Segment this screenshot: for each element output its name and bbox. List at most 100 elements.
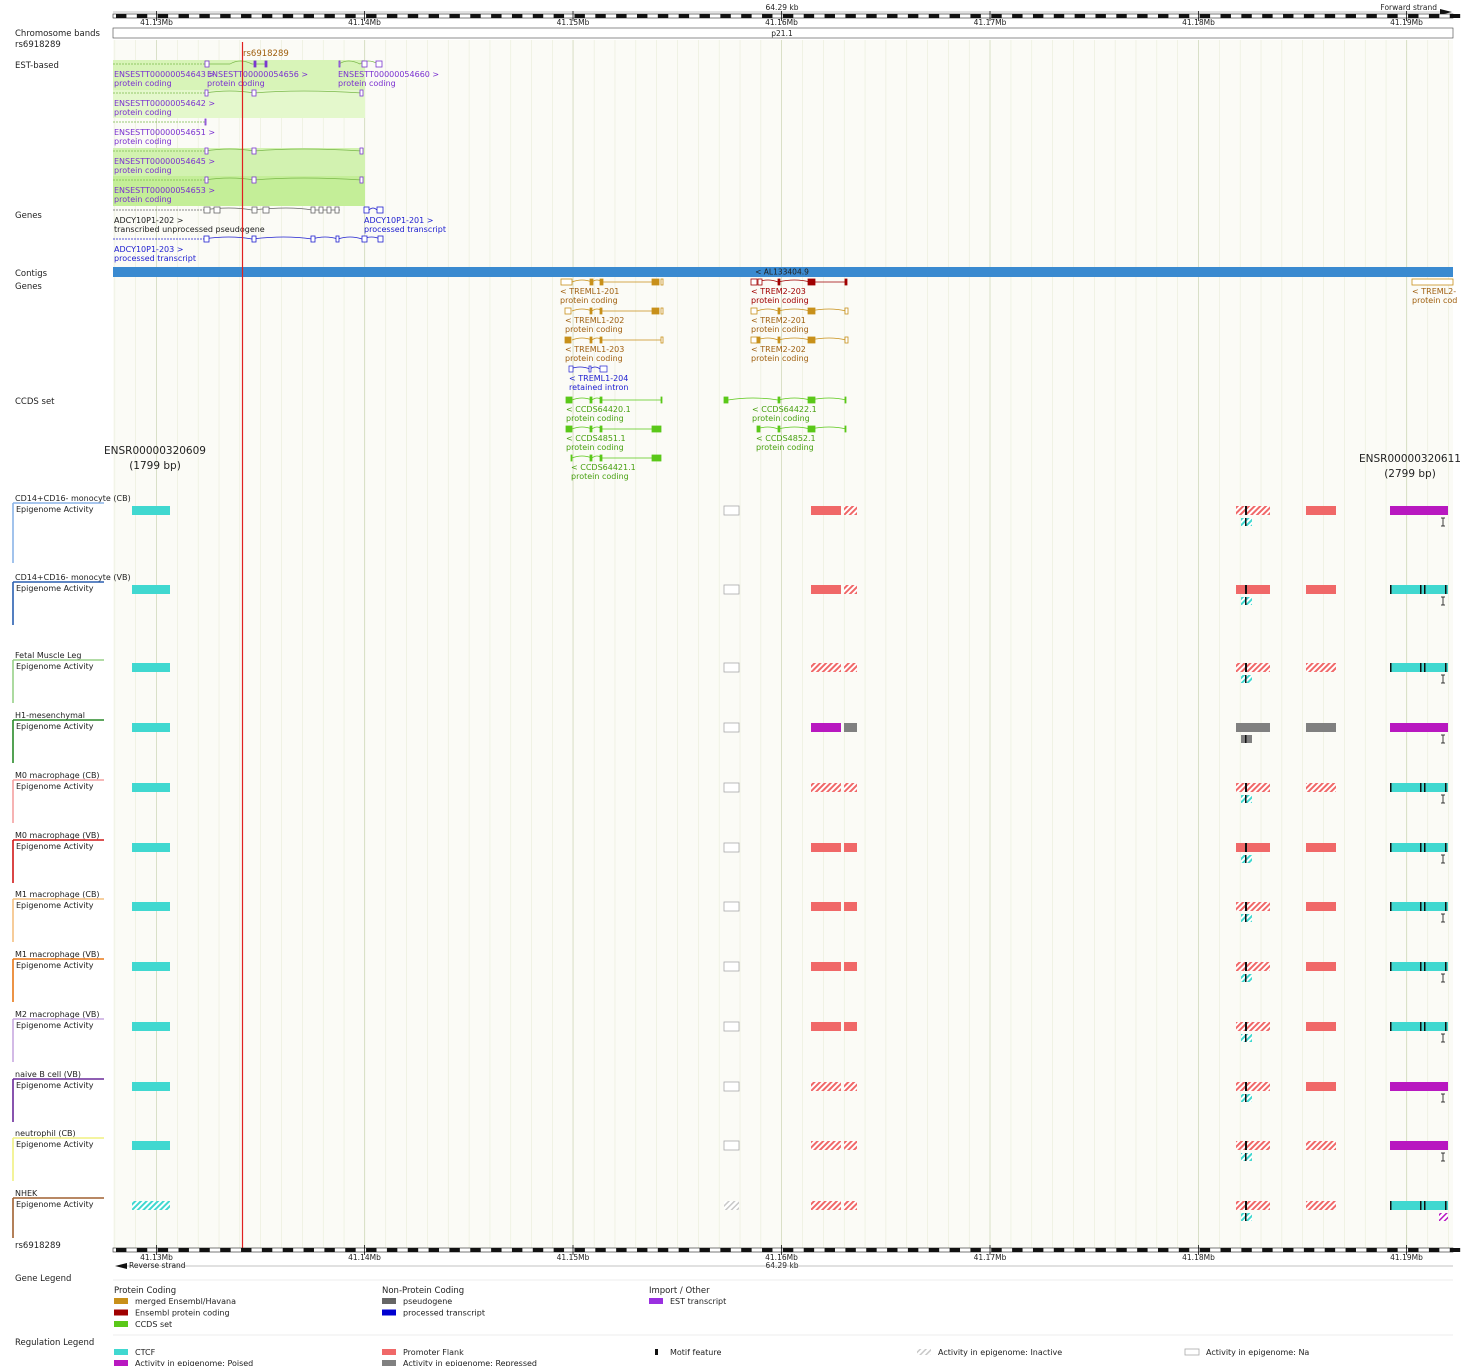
reg-feature[interactable] bbox=[723, 961, 740, 972]
reg-feature[interactable] bbox=[844, 506, 857, 515]
reg-feature[interactable] bbox=[1390, 585, 1448, 594]
reg-feature[interactable] bbox=[844, 902, 857, 911]
reg-feature[interactable] bbox=[844, 1201, 857, 1210]
epigenome-name[interactable]: M0 macrophage (VB) bbox=[15, 831, 99, 840]
reg-feature[interactable] bbox=[1236, 1201, 1270, 1210]
reg-feature[interactable] bbox=[1306, 663, 1336, 672]
est-label-name[interactable]: ENSESTT00000054643 > bbox=[114, 70, 215, 79]
reg-feature[interactable] bbox=[811, 843, 841, 852]
reg-feature[interactable] bbox=[723, 1021, 740, 1032]
epigenome-name[interactable]: Fetal Muscle Leg bbox=[15, 651, 81, 660]
reg-feature[interactable] bbox=[1306, 902, 1336, 911]
reg-feature[interactable] bbox=[1390, 506, 1448, 515]
reg-feature[interactable] bbox=[1236, 783, 1270, 792]
reg-feature[interactable] bbox=[1390, 1022, 1448, 1031]
reg-feature[interactable] bbox=[132, 506, 170, 515]
reg-feature[interactable] bbox=[1306, 1141, 1336, 1150]
reg-feature[interactable] bbox=[1236, 1141, 1270, 1150]
reg-feature[interactable] bbox=[723, 662, 740, 673]
variant-label[interactable]: rs6918289 bbox=[243, 49, 289, 59]
epigenome-name[interactable]: M2 macrophage (VB) bbox=[15, 1010, 99, 1019]
reg-feature[interactable] bbox=[844, 962, 857, 971]
reg-feature[interactable] bbox=[1306, 723, 1336, 732]
reg-feature[interactable] bbox=[811, 585, 841, 594]
reg-feature[interactable] bbox=[1306, 962, 1336, 971]
ccds-label-name[interactable]: < CCDS64420.1 bbox=[566, 405, 631, 414]
reg-feature[interactable] bbox=[132, 843, 170, 852]
regfeature-id[interactable]: ENSR00000320609 bbox=[104, 445, 206, 457]
reg-feature[interactable] bbox=[1390, 1141, 1448, 1150]
est-label-name[interactable]: ENSESTT00000054653 > bbox=[114, 186, 215, 195]
reg-feature[interactable] bbox=[811, 1082, 841, 1091]
reg-feature[interactable] bbox=[723, 722, 740, 733]
reg-feature[interactable] bbox=[724, 1201, 739, 1210]
reg-feature[interactable] bbox=[1236, 1082, 1270, 1091]
reg-feature[interactable] bbox=[132, 1141, 170, 1150]
reg-feature[interactable] bbox=[844, 1082, 857, 1091]
reg-feature[interactable] bbox=[1236, 962, 1270, 971]
gene-label-name[interactable]: < TREM2-203 bbox=[751, 287, 806, 296]
gene-label-name[interactable]: ADCY10P1-202 > bbox=[114, 216, 183, 225]
reg-feature[interactable] bbox=[811, 1022, 841, 1031]
reg-feature[interactable] bbox=[1306, 1022, 1336, 1031]
epigenome-name[interactable]: M0 macrophage (CB) bbox=[15, 771, 100, 780]
est-label-name[interactable]: ENSESTT00000054656 > bbox=[207, 70, 308, 79]
epigenome-name[interactable]: CD14+CD16- monocyte (VB) bbox=[15, 573, 131, 582]
reg-feature[interactable] bbox=[1390, 663, 1448, 672]
reg-feature[interactable] bbox=[723, 782, 740, 793]
epigenome-name[interactable]: M1 macrophage (VB) bbox=[15, 950, 99, 959]
reg-feature[interactable] bbox=[132, 723, 170, 732]
epigenome-name[interactable]: CD14+CD16- monocyte (CB) bbox=[15, 494, 131, 503]
gene-label-name[interactable]: < TREM2-201 bbox=[751, 316, 806, 325]
reg-feature[interactable] bbox=[1236, 723, 1270, 732]
reg-feature[interactable] bbox=[1306, 1082, 1336, 1091]
reg-feature[interactable] bbox=[723, 842, 740, 853]
reg-feature[interactable] bbox=[1306, 506, 1336, 515]
reg-feature[interactable] bbox=[132, 962, 170, 971]
gene-label-name[interactable]: ADCY10P1-203 > bbox=[114, 245, 183, 254]
reg-feature[interactable] bbox=[1236, 843, 1270, 852]
reg-feature[interactable] bbox=[811, 1141, 841, 1150]
reg-feature[interactable] bbox=[1390, 902, 1448, 911]
reg-feature[interactable] bbox=[723, 901, 740, 912]
reg-feature[interactable] bbox=[844, 783, 857, 792]
reg-feature[interactable] bbox=[1236, 585, 1270, 594]
reg-feature[interactable] bbox=[1236, 506, 1270, 515]
reg-feature[interactable] bbox=[1390, 723, 1448, 732]
est-label-name[interactable]: ENSESTT00000054645 > bbox=[114, 157, 215, 166]
reg-feature[interactable] bbox=[132, 1201, 170, 1210]
gene-label-name[interactable]: < TREML1-202 bbox=[565, 316, 624, 325]
reg-feature[interactable] bbox=[723, 1140, 740, 1151]
reg-feature[interactable] bbox=[1306, 585, 1336, 594]
reg-feature[interactable] bbox=[844, 723, 857, 732]
reg-feature[interactable] bbox=[844, 1022, 857, 1031]
ccds-label-name[interactable]: < CCDS4852.1 bbox=[756, 434, 816, 443]
reg-feature-sub[interactable] bbox=[1439, 1213, 1448, 1221]
reg-feature[interactable] bbox=[1390, 1082, 1448, 1091]
reg-feature[interactable] bbox=[723, 584, 740, 595]
reg-feature[interactable] bbox=[1236, 663, 1270, 672]
reg-feature[interactable] bbox=[1390, 962, 1448, 971]
reg-feature[interactable] bbox=[844, 585, 857, 594]
reg-feature[interactable] bbox=[811, 723, 841, 732]
ccds-label-name[interactable]: < CCDS64422.1 bbox=[752, 405, 817, 414]
reg-feature[interactable] bbox=[1306, 1201, 1336, 1210]
reg-feature[interactable] bbox=[1306, 843, 1336, 852]
reg-feature[interactable] bbox=[132, 1022, 170, 1031]
gene-label-name[interactable]: < TREML1-203 bbox=[565, 345, 624, 354]
reg-feature[interactable] bbox=[132, 902, 170, 911]
reg-feature[interactable] bbox=[811, 902, 841, 911]
est-label-name[interactable]: ENSESTT00000054642 > bbox=[114, 99, 215, 108]
reg-feature[interactable] bbox=[1236, 1022, 1270, 1031]
reg-feature[interactable] bbox=[723, 505, 740, 516]
reg-feature[interactable] bbox=[1390, 1201, 1448, 1210]
reg-feature[interactable] bbox=[844, 663, 857, 672]
reg-feature[interactable] bbox=[811, 962, 841, 971]
reg-feature[interactable] bbox=[811, 1201, 841, 1210]
epigenome-name[interactable]: M1 macrophage (CB) bbox=[15, 890, 100, 899]
epigenome-name[interactable]: NHEK bbox=[15, 1189, 38, 1198]
reg-feature[interactable] bbox=[811, 506, 841, 515]
ccds-label-name[interactable]: < CCDS64421.1 bbox=[571, 463, 636, 472]
reg-feature[interactable] bbox=[844, 1141, 857, 1150]
est-label-name[interactable]: ENSESTT00000054651 > bbox=[114, 128, 215, 137]
